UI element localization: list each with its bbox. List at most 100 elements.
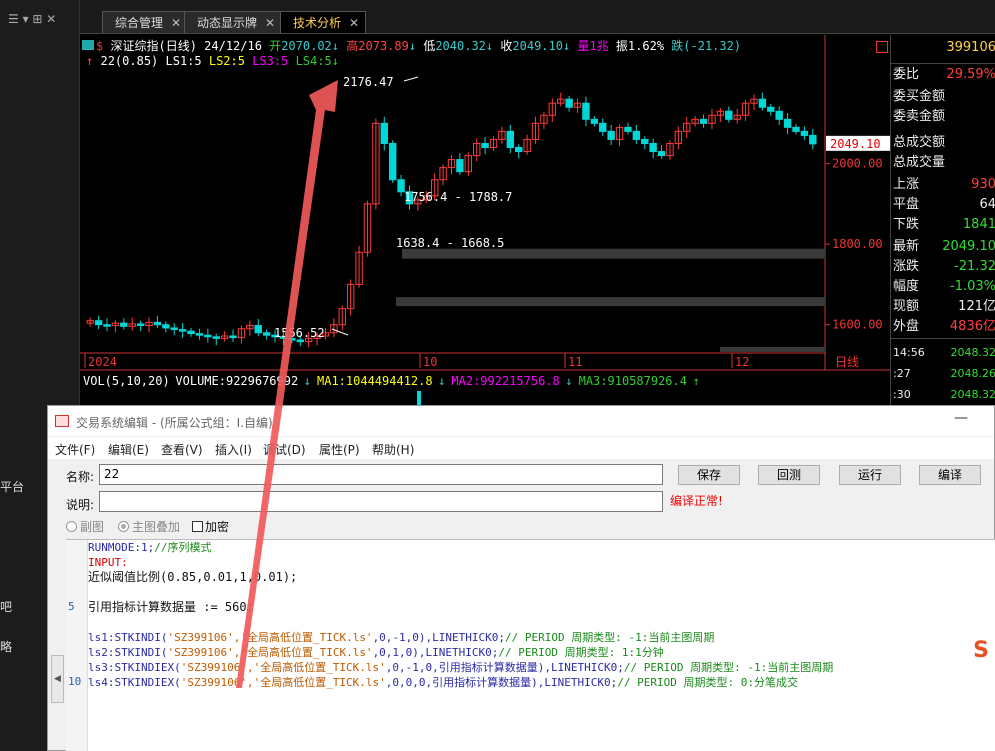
y-tick-label: 2000.00 xyxy=(832,157,883,171)
quote-label: 上涨 xyxy=(893,177,920,192)
code-line: 近似阈值比例(0.85,0.01,1,0.01); xyxy=(88,570,298,584)
quote-value: 1841 xyxy=(962,217,995,232)
sidebar-item-bar[interactable]: 吧 xyxy=(0,598,12,615)
candle-body xyxy=(515,147,523,153)
quote-label: 外盘 xyxy=(893,319,920,334)
kline-chart-panel[interactable]: $ 深证综指(日线) 24/12/16 开2070.02↓ 高2073.89↓ … xyxy=(80,35,890,407)
quote-label: 委买金额 xyxy=(893,89,946,104)
quote-row: 委卖金额 xyxy=(893,107,995,127)
candle-body xyxy=(632,130,641,140)
close-icon[interactable]: ✕ xyxy=(349,16,359,30)
candle-body xyxy=(809,134,817,145)
candle-body xyxy=(229,335,237,339)
dialog-titlebar[interactable]: 交易系统编辑 - (所属公式组：I.自编) — xyxy=(48,406,994,436)
quote-label: 平盘 xyxy=(893,197,920,212)
subchart-radio[interactable]: 副图 xyxy=(66,518,104,535)
volume-indicator-text: VOLUME:9229676992 xyxy=(175,374,298,388)
candle-body xyxy=(565,98,573,108)
quote-code-row: 399106 xyxy=(893,38,995,58)
compile-button[interactable]: 编译 xyxy=(919,465,981,485)
tab-overview[interactable]: 综合管理 ✕ xyxy=(102,11,189,33)
save-button[interactable]: 保存 xyxy=(678,465,740,485)
candle-body xyxy=(195,333,204,336)
compile-status: 编译正常! xyxy=(670,494,723,508)
minimize-button[interactable]: — xyxy=(954,410,968,426)
candle-body xyxy=(170,327,178,331)
menu-edit[interactable]: 编辑(E) xyxy=(108,441,149,458)
candle-body xyxy=(296,339,304,343)
volume-indicator-text: ↓ xyxy=(304,374,311,388)
tab-label: 动态显示牌 xyxy=(197,16,258,30)
menu-insert[interactable]: 插入(I) xyxy=(215,441,252,458)
sidebar-toolbar[interactable]: ☰ ▾ ⊞ ✕ xyxy=(8,12,56,26)
quote-value: 2049.10 xyxy=(942,239,995,254)
candle-body xyxy=(94,320,103,326)
candlestick-chart[interactable]: 2176.47 1556.52 1756.4 - 1788.7 1638.4 - 16… xyxy=(80,35,890,407)
code-line: ls4:STKINDIEX('SZ399106','全局高低位置_TICK.ls… xyxy=(88,676,798,689)
candle-body xyxy=(599,122,607,132)
quote-value: 29.59% xyxy=(946,67,995,82)
menu-debug[interactable]: 调试(D) xyxy=(263,441,306,458)
sidebar-item-platform[interactable]: 平台 xyxy=(0,478,24,495)
tab-technical-analysis[interactable]: 技术分析 ✕ xyxy=(280,11,367,33)
menu-properties[interactable]: 属性(P) xyxy=(319,441,360,458)
quote-row: 现额 121亿 xyxy=(893,297,995,317)
quote-label: 下跌 xyxy=(893,217,920,232)
candle-body xyxy=(649,142,657,153)
candle-body xyxy=(775,110,783,120)
input-method-logo[interactable]: S xyxy=(967,637,995,667)
tick-row: 14:56 2048.32 xyxy=(893,343,995,363)
quote-value: 64 xyxy=(979,197,995,212)
candle-body xyxy=(212,336,220,339)
candle-body xyxy=(103,324,111,327)
candle-body xyxy=(792,126,800,132)
candle-body xyxy=(590,118,599,124)
volume-indicator-text: MA3:910587926.4 xyxy=(579,374,687,388)
volume-indicator-text: ↓ xyxy=(438,374,445,388)
quote-row: 总成交额 xyxy=(893,133,995,153)
tab-bar: 综合管理 ✕ 动态显示牌 ✕ 技术分析 ✕ xyxy=(80,0,995,34)
menu-help[interactable]: 帮助(H) xyxy=(372,441,414,458)
code-editor[interactable]: 5 10 RUNMODE:1;//序列模式 INPUT: 近似阈值比例(0.85… xyxy=(66,539,995,751)
menu-file[interactable]: 文件(F) xyxy=(55,441,95,458)
x-tick-label: 2024 xyxy=(88,355,117,369)
x-tick-label: 11 xyxy=(568,355,582,369)
tab-label: 综合管理 xyxy=(115,16,164,30)
quote-label: 委比 xyxy=(893,67,920,82)
radio-icon xyxy=(66,521,77,532)
backtest-button[interactable]: 回测 xyxy=(758,465,820,485)
low-annotation: 1556.52 xyxy=(274,326,325,340)
quote-label: 委卖金额 xyxy=(893,109,946,124)
encrypt-checkbox[interactable]: 加密 xyxy=(192,518,229,535)
candle-body xyxy=(783,118,792,128)
description-input[interactable] xyxy=(99,491,663,512)
candle-body xyxy=(254,325,262,334)
overlay-radio[interactable]: 主图叠加 xyxy=(118,518,180,535)
tab-dynamic-board[interactable]: 动态显示牌 ✕ xyxy=(184,11,283,33)
collapse-arrow-icon[interactable]: ◀ xyxy=(51,655,64,703)
candle-body xyxy=(456,159,464,173)
name-input[interactable]: 22 xyxy=(99,464,663,485)
quote-label: 涨跌 xyxy=(893,259,920,274)
formula-editor-dialog[interactable]: 交易系统编辑 - (所属公式组：I.自编) — 文件(F) 编辑(E) 查看(V… xyxy=(47,405,995,751)
tick-price: 2048.26 xyxy=(950,367,995,380)
name-label: 名称: xyxy=(66,470,95,484)
tick-row: :27 2048.26 xyxy=(893,364,995,384)
candle-body xyxy=(624,126,632,132)
menu-view[interactable]: 查看(V) xyxy=(161,441,203,458)
run-button[interactable]: 运行 xyxy=(839,465,901,485)
y-tick-label: 1600.00 xyxy=(832,318,883,332)
sidebar-item-strategy[interactable]: 略 xyxy=(0,638,12,655)
candle-body xyxy=(204,334,212,338)
divider xyxy=(891,338,995,339)
quote-label: 幅度 xyxy=(893,279,920,294)
quote-row: 涨跌 -21.32 xyxy=(893,257,995,277)
candle-body xyxy=(380,122,388,144)
close-icon[interactable]: ✕ xyxy=(265,16,275,30)
tick-time: :30 xyxy=(893,388,911,401)
close-icon[interactable]: ✕ xyxy=(171,16,181,30)
quote-value: 4836亿 xyxy=(949,319,995,334)
code-line: ls2:STKINDI('SZ399106','全局高低位置_TICK.ls',… xyxy=(88,646,664,659)
candle-body xyxy=(607,130,615,140)
tick-price: 2048.32 xyxy=(950,346,995,359)
